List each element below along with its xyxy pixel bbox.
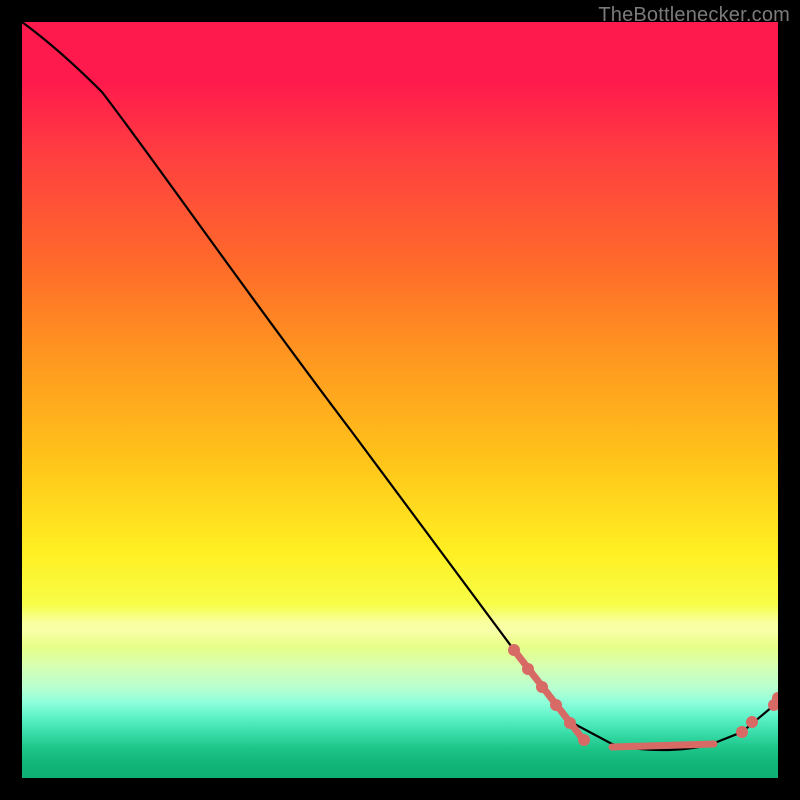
plot-area bbox=[22, 22, 778, 778]
marker-dot bbox=[736, 726, 748, 738]
marker-dot bbox=[522, 663, 534, 675]
bottleneck-curve bbox=[22, 22, 778, 778]
marker-dot bbox=[508, 644, 520, 656]
marker-dot bbox=[536, 681, 548, 693]
marker-dot bbox=[550, 699, 562, 711]
chart-frame: TheBottlenecker.com bbox=[0, 0, 800, 800]
marker-dot bbox=[746, 716, 758, 728]
marker-strip-flat bbox=[612, 744, 714, 747]
curve-path bbox=[22, 22, 778, 750]
marker-dot bbox=[578, 734, 590, 746]
marker-dot bbox=[564, 717, 576, 729]
watermark-text: TheBottlenecker.com bbox=[598, 4, 790, 27]
